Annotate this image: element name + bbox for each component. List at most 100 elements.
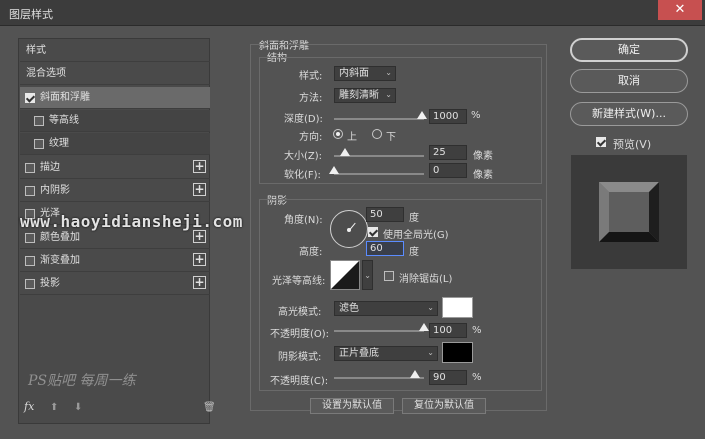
style-item-stroke[interactable]: 描边 + <box>20 157 210 179</box>
style-item-bevel-emboss[interactable]: 斜面和浮雕 <box>20 87 210 109</box>
style-item-gradient-overlay[interactable]: 渐变叠加 + <box>20 250 210 272</box>
move-down-icon[interactable]: ⬇ <box>74 402 82 413</box>
signature-text: PS贴吧 每周一练 <box>28 373 136 389</box>
contour-checkbox[interactable] <box>34 116 44 126</box>
shadow-opacity-slider-thumb[interactable] <box>410 370 420 378</box>
style-dropdown[interactable]: 内斜面 ⌄ <box>334 66 396 81</box>
move-up-icon[interactable]: ⬆ <box>50 402 58 413</box>
chevron-down-icon: ⌄ <box>385 90 392 99</box>
inner-shadow-checkbox[interactable] <box>25 186 35 196</box>
altitude-unit: 度 <box>409 247 419 258</box>
highlight-opacity-slider[interactable] <box>334 330 424 332</box>
new-style-button[interactable]: 新建样式(W)... <box>570 102 688 126</box>
soften-input[interactable]: 0 <box>429 163 467 178</box>
fx-icon[interactable]: fx <box>24 400 34 413</box>
direction-label: 方向: <box>299 132 323 143</box>
title-bar: 图层样式 ✕ <box>0 0 705 26</box>
stroke-checkbox[interactable] <box>25 163 35 173</box>
style-item-label: 斜面和浮雕 <box>40 92 90 103</box>
soften-slider-thumb[interactable] <box>329 166 339 174</box>
window-title: 图层样式 <box>9 8 53 21</box>
direction-up-label: 上 <box>347 132 357 143</box>
depth-input[interactable]: 1000 <box>429 109 467 124</box>
blending-options-label: 混合选项 <box>26 68 66 79</box>
highlight-mode-label: 高光模式: <box>278 307 322 318</box>
styles-header-label: 样式 <box>26 45 46 56</box>
gloss-contour-dropdown[interactable]: ⌄ <box>362 260 373 290</box>
add-stroke-button[interactable]: + <box>193 160 206 173</box>
shadow-opacity-input[interactable]: 90 <box>429 370 467 385</box>
direction-down-radio[interactable] <box>372 129 382 139</box>
preview-checkbox[interactable] <box>596 137 606 147</box>
ok-button[interactable]: 确定 <box>570 38 688 62</box>
highlight-opacity-label: 不透明度(O): <box>270 329 330 340</box>
style-item-label: 投影 <box>40 278 60 289</box>
style-item-drop-shadow[interactable]: 投影 + <box>20 273 210 295</box>
angle-input[interactable]: 50 <box>366 207 404 222</box>
anti-alias-label: 消除锯齿(L) <box>399 274 453 285</box>
depth-unit: % <box>471 110 481 121</box>
direction-down-label: 下 <box>386 132 396 143</box>
add-gradient-overlay-button[interactable]: + <box>193 253 206 266</box>
depth-slider[interactable] <box>334 118 424 120</box>
depth-slider-thumb[interactable] <box>417 111 428 119</box>
chevron-down-icon: ⌄ <box>427 348 434 357</box>
angle-unit: 度 <box>409 213 419 224</box>
direction-up-radio[interactable] <box>333 129 343 139</box>
style-item-label: 内阴影 <box>40 185 70 196</box>
size-label: 大小(Z): <box>284 151 323 162</box>
gradient-overlay-checkbox[interactable] <box>25 256 35 266</box>
make-default-button[interactable]: 设置为默认值 <box>310 398 394 414</box>
close-button[interactable]: ✕ <box>658 0 702 20</box>
blending-options-item[interactable]: 混合选项 <box>20 63 210 85</box>
size-unit: 像素 <box>473 151 493 162</box>
gloss-contour-label: 光泽等高线: <box>272 276 326 287</box>
soften-slider[interactable] <box>334 173 424 175</box>
highlight-opacity-unit: % <box>472 325 482 336</box>
angle-label: 角度(N): <box>284 215 323 226</box>
add-color-overlay-button[interactable]: + <box>193 230 206 243</box>
shadow-opacity-label: 不透明度(C): <box>270 376 329 387</box>
style-value: 内斜面 <box>339 68 369 79</box>
method-value: 雕刻清晰 <box>339 90 379 101</box>
styles-list: 样式 混合选项 斜面和浮雕 等高线 纹理 描边 + 内阴影 + 光泽 颜色叠加 … <box>18 38 210 424</box>
shadow-color-swatch[interactable] <box>442 342 473 363</box>
angle-center-dot <box>347 228 351 232</box>
trash-icon[interactable]: 🗑 <box>203 402 216 413</box>
bevel-emboss-checkbox[interactable] <box>25 93 35 103</box>
add-inner-shadow-button[interactable]: + <box>193 183 206 196</box>
shadow-opacity-unit: % <box>472 372 482 383</box>
style-item-inner-shadow[interactable]: 内阴影 + <box>20 180 210 202</box>
size-input[interactable]: 25 <box>429 145 467 160</box>
style-item-texture[interactable]: 纹理 <box>20 133 210 155</box>
reset-default-button[interactable]: 复位为默认值 <box>402 398 486 414</box>
bevel-preview-swatch <box>599 182 659 242</box>
shadow-mode-value: 正片叠底 <box>339 348 379 359</box>
cancel-button[interactable]: 取消 <box>570 69 688 93</box>
highlight-color-swatch[interactable] <box>442 297 473 318</box>
chevron-down-icon: ⌄ <box>427 303 434 312</box>
add-drop-shadow-button[interactable]: + <box>193 276 206 289</box>
global-light-label: 使用全局光(G) <box>383 230 449 241</box>
anti-alias-checkbox[interactable] <box>384 271 394 281</box>
size-slider-thumb[interactable] <box>339 148 350 156</box>
altitude-input[interactable]: 60 <box>366 241 404 256</box>
drop-shadow-checkbox[interactable] <box>25 279 35 289</box>
texture-checkbox[interactable] <box>34 139 44 149</box>
depth-label: 深度(D): <box>284 114 323 125</box>
style-item-label: 等高线 <box>49 115 79 126</box>
shadow-mode-label: 阴影模式: <box>278 352 322 363</box>
gloss-contour-picker[interactable] <box>330 260 360 290</box>
method-dropdown[interactable]: 雕刻清晰 ⌄ <box>334 88 396 103</box>
preview-label: 预览(V) <box>613 138 652 151</box>
shadow-mode-dropdown[interactable]: 正片叠底 ⌄ <box>334 346 438 361</box>
highlight-opacity-slider-thumb[interactable] <box>419 323 429 331</box>
style-item-contour[interactable]: 等高线 <box>20 110 210 132</box>
global-light-checkbox[interactable] <box>368 227 378 237</box>
angle-dial[interactable] <box>330 210 368 248</box>
chevron-down-icon: ⌄ <box>385 68 392 77</box>
styles-header[interactable]: 样式 <box>20 40 210 62</box>
highlight-mode-dropdown[interactable]: 滤色 ⌄ <box>334 301 438 316</box>
highlight-opacity-input[interactable]: 100 <box>429 323 467 338</box>
color-overlay-checkbox[interactable] <box>25 233 35 243</box>
